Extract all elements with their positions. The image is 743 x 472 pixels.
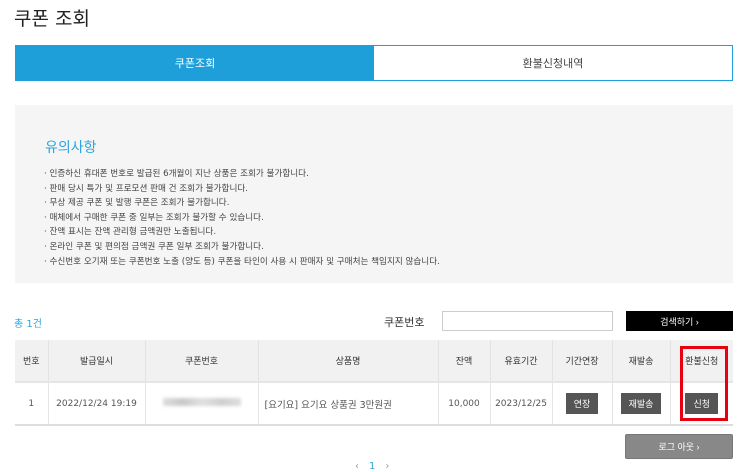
notice-item: · 무상 제공 쿠폰 및 발행 쿠폰은 조회가 불가합니다. — [44, 198, 230, 209]
notice-item: · 매체에서 구매한 쿠폰 중 일부는 조회가 불가할 수 있습니다. — [44, 212, 264, 223]
header-no: 번호 — [15, 340, 49, 383]
search-button[interactable]: 검색하기 › — [626, 311, 733, 331]
header-product: 상품명 — [258, 340, 439, 383]
next-page[interactable]: › — [385, 461, 389, 472]
header-resend: 재발송 — [612, 340, 671, 383]
coupon-table: 번호 발급일시 쿠폰번호 상품명 잔액 유효기간 기간연장 재발송 환불신청 1… — [15, 340, 733, 426]
notice-item: · 판매 당시 특가 및 프로모션 판매 건 조회가 불가합니다. — [44, 183, 248, 194]
resend-button[interactable]: 재발송 — [620, 393, 662, 414]
tab-bar: 쿠폰조회 환불신청내역 — [15, 45, 733, 81]
header-balance: 잔액 — [438, 340, 491, 383]
tab-coupon-lookup[interactable]: 쿠폰조회 — [16, 46, 374, 80]
header-issued: 발급일시 — [48, 340, 146, 383]
prev-page[interactable]: ‹ — [355, 461, 359, 472]
notice-item: · 온라인 쿠폰 및 편의점 금액권 쿠폰 일부 조회가 불가합니다. — [44, 241, 264, 252]
pagination: ‹ 1 › — [355, 461, 389, 472]
notice-item: · 인증하신 휴대폰 번호로 발급된 6개월이 지난 상품은 조회가 불가합니다… — [44, 169, 309, 179]
table-header-row: 번호 발급일시 쿠폰번호 상품명 잔액 유효기간 기간연장 재발송 환불신청 — [15, 340, 733, 383]
coupon-number-label: 쿠폰번호 — [384, 316, 425, 329]
cell-coupon-number — [145, 382, 259, 426]
cell-issued: 2022/12/24 19:19 — [48, 382, 146, 426]
highlight-box — [680, 346, 728, 421]
notice-item: · 잔액 표시는 잔액 관리형 금액권만 노출됩니다. — [44, 227, 217, 238]
total-count: 총 1건 — [14, 319, 42, 330]
extend-button[interactable]: 연장 — [565, 393, 599, 414]
cell-no: 1 — [15, 382, 49, 426]
page-title: 쿠폰 조회 — [14, 8, 90, 30]
cell-resend: 재발송 — [612, 382, 671, 426]
blurred-coupon-number — [162, 398, 241, 406]
coupon-number-input[interactable] — [442, 311, 613, 331]
page-1[interactable]: 1 — [369, 461, 375, 472]
table-row: 1 2022/12/24 19:19 [요기요] 요기요 상품권 3만원권 10… — [15, 382, 733, 426]
cell-expiry: 2023/12/25 — [490, 382, 553, 426]
header-extend: 기간연장 — [552, 340, 613, 383]
cell-product: [요기요] 요기요 상품권 3만원권 — [258, 382, 439, 426]
notice-item: · 수신번호 오기재 또는 쿠폰번호 노출 (양도 등) 쿠폰을 타인이 사용 … — [44, 256, 440, 267]
cell-balance: 10,000 — [438, 382, 491, 426]
header-coupon-number: 쿠폰번호 — [145, 340, 259, 383]
tab-refund-history[interactable]: 환불신청내역 — [374, 46, 732, 80]
cell-extend: 연장 — [552, 382, 613, 426]
header-expiry: 유효기간 — [490, 340, 553, 383]
notice-box: 유의사항 · 인증하신 휴대폰 번호로 발급된 6개월이 지난 상품은 조회가 … — [15, 105, 733, 283]
logout-button[interactable]: 로그 아웃 › — [625, 434, 733, 459]
notice-heading: 유의사항 — [45, 140, 97, 156]
